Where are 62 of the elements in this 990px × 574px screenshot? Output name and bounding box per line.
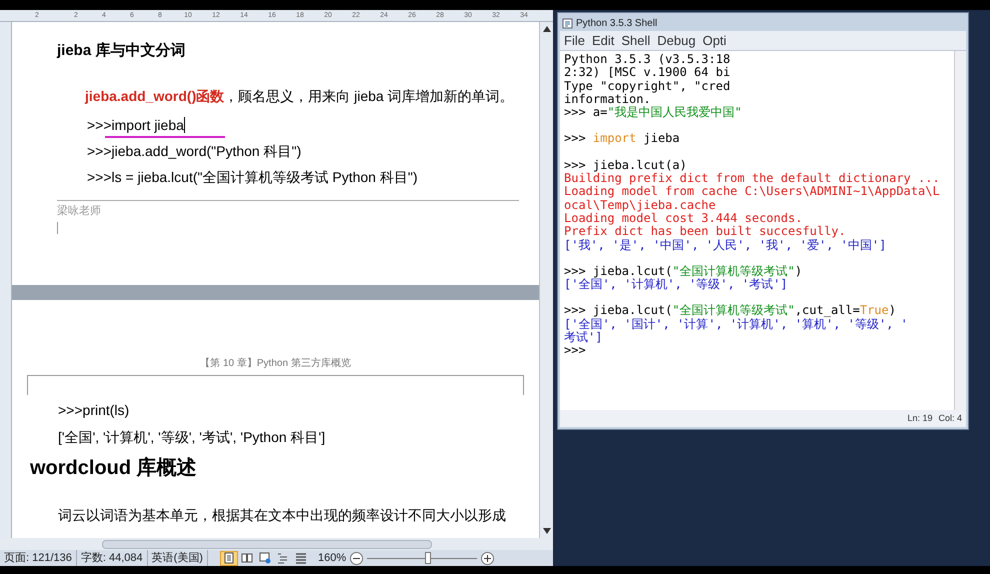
- code-line: >>>print(ls): [58, 401, 130, 420]
- scroll-down-icon[interactable]: [542, 528, 550, 534]
- zoom-slider-thumb[interactable]: [424, 552, 431, 564]
- console-line: Loading model cost 3.444 seconds.: [564, 212, 802, 226]
- window-title: Python 3.5.3 Shell: [576, 16, 658, 30]
- plus-icon: [484, 554, 492, 562]
- text-cursor: [184, 117, 185, 133]
- console-line: Loading model from cache C:\Users\ADMINI~1\AppData\L: [564, 185, 940, 199]
- zoom-slider[interactable]: [367, 552, 478, 564]
- console-line: ocal\Temp\jieba.cache: [564, 198, 716, 212]
- console-line: Building prefix dict from the default dictionary ...: [564, 172, 940, 186]
- code-line: >>>import jieba: [87, 116, 184, 135]
- code-line: >>>jieba.add_word("Python 科目"): [87, 142, 302, 161]
- print-view-button[interactable]: [220, 550, 238, 566]
- console-line: Type "copyright", "cred: [564, 80, 730, 93]
- console-line: ['全国', '国计', '计算', '计算机', '算机', '等级', ': [564, 318, 908, 331]
- view-icon: [240, 552, 253, 564]
- scroll-up-icon[interactable]: [542, 26, 550, 32]
- word-count[interactable]: 字数: 44,084: [76, 550, 148, 566]
- menu-item[interactable]: Shell: [621, 30, 650, 50]
- language-indicator[interactable]: 英语(美国): [148, 550, 208, 566]
- console-line: Prefix dict has been built succesfully.: [564, 225, 846, 239]
- console-line: 考试']: [564, 331, 602, 344]
- console-line: ['我', '是', '中国', '人民', '我', '爱', '中国']: [564, 238, 886, 252]
- comment-text: 梁咏老师: [57, 204, 102, 219]
- view-icon: [276, 552, 289, 564]
- vertical-scrollbar[interactable]: [954, 51, 966, 410]
- console-line: 2:32) [MSC v.1900 64 bi: [564, 66, 730, 80]
- console-line: >>>: [564, 344, 586, 358]
- console-line: >>> jieba.lcut(a): [564, 158, 687, 172]
- scroll-thumb[interactable]: [102, 540, 432, 548]
- section-heading: wordcloud 库概述: [29, 456, 198, 481]
- menu-item[interactable]: Debug: [657, 30, 696, 50]
- horizontal-scrollbar[interactable]: [0, 538, 553, 550]
- menu-item[interactable]: Edit: [592, 30, 614, 50]
- view-icon: [294, 552, 307, 564]
- cursor-position: Ln: 19: [907, 412, 932, 425]
- page-count[interactable]: 页面: 121/136: [0, 550, 77, 566]
- menu-item[interactable]: File: [564, 30, 585, 50]
- console-line: >>> jieba.lcut("全国计算机等级考试"): [564, 264, 802, 278]
- section-heading: jieba 库与中文分词: [57, 41, 186, 61]
- view-icon: [258, 552, 271, 564]
- body-paragraph: 词云以词语为基本单元，根据其在文本中出现的频率设计不同大小以形成: [57, 506, 507, 525]
- page-header-text: 【第 10 章】Python 第三方库概览: [199, 356, 352, 371]
- body-paragraph: jieba.add_word()函数，顾名思义，用来向 jieba 词库增加新的单词。: [85, 87, 515, 106]
- vertical-scrollbar[interactable]: [539, 22, 553, 538]
- console-line: >>> jieba.lcut("全国计算机等级考试",cut_all=True): [564, 304, 896, 318]
- text-cursor: [57, 222, 58, 234]
- zoom-level[interactable]: 160%: [318, 550, 346, 566]
- code-line: ['全国', '计算机', '等级', '考试', 'Python 科目']: [58, 428, 326, 447]
- zoom-out-button[interactable]: [350, 552, 364, 564]
- view-icon: [222, 552, 235, 564]
- zoom-in-button[interactable]: [481, 552, 494, 564]
- console-line: information.: [564, 92, 651, 106]
- code-line: >>>ls = jieba.lcut("全国计算机等级考试 Python 科目"): [87, 168, 418, 187]
- python-file-icon: [562, 18, 573, 28]
- cursor-position: Col: 4: [938, 412, 962, 425]
- console-line: >>> import jieba: [564, 132, 680, 146]
- menu-item[interactable]: Opti: [702, 30, 726, 50]
- console-line: Python 3.5.3 (v3.5.3:18: [564, 53, 730, 66]
- console-line: ['全国', '计算机', '等级', '考试']: [564, 278, 788, 292]
- console-line: >>> a="我是中国人民我爱中国": [564, 106, 742, 120]
